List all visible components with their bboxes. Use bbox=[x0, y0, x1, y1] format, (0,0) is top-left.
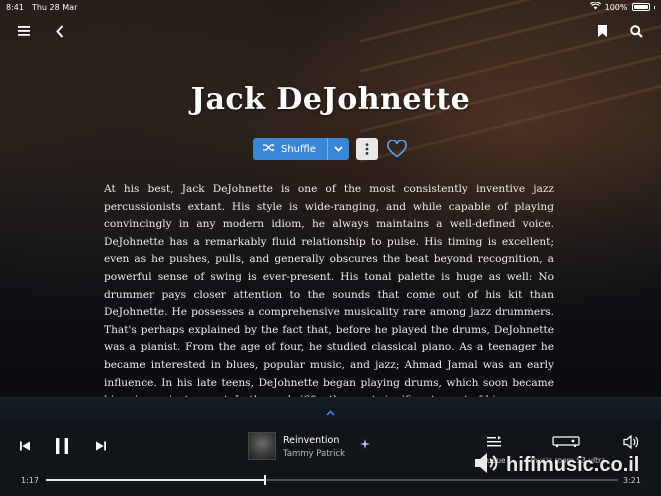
more-options-button[interactable] bbox=[356, 138, 378, 160]
shuffle-main[interactable]: Shuffle bbox=[253, 138, 327, 160]
progress-handle[interactable] bbox=[264, 475, 267, 485]
shuffle-options-chevron-down-icon[interactable] bbox=[328, 138, 349, 160]
previous-track-icon[interactable] bbox=[17, 438, 33, 454]
now-playing-bar: Reinvention Tammy Patrick Queue music ro… bbox=[0, 397, 661, 496]
back-chevron-icon[interactable] bbox=[49, 20, 71, 42]
queue-icon[interactable] bbox=[486, 434, 504, 450]
battery-percent: 100% bbox=[604, 2, 628, 12]
status-bar: 8:41 Thu 28 Mar 100% bbox=[0, 0, 661, 14]
next-track-icon[interactable] bbox=[93, 438, 109, 454]
status-time: 8:41 bbox=[6, 2, 24, 12]
shuffle-icon bbox=[263, 143, 275, 155]
album-art-thumbnail[interactable] bbox=[248, 432, 276, 460]
watermark: hifimusic.co.il bbox=[474, 451, 661, 479]
volume-icon[interactable] bbox=[621, 434, 641, 450]
artist-name: Jack DeJohnette bbox=[190, 82, 471, 117]
bookmark-icon[interactable] bbox=[591, 20, 613, 42]
speaker-logo-icon bbox=[474, 451, 500, 479]
favorite-heart-icon[interactable] bbox=[385, 138, 409, 160]
track-title[interactable]: Reinvention bbox=[283, 435, 339, 446]
pause-icon[interactable] bbox=[52, 436, 72, 456]
wifi-icon bbox=[589, 1, 601, 12]
sparkle-icon[interactable] bbox=[358, 437, 372, 451]
artist-biography: At his best, Jack DeJohnette is one of t… bbox=[104, 183, 554, 397]
shuffle-label: Shuffle bbox=[281, 143, 316, 155]
device-icon[interactable] bbox=[551, 434, 581, 450]
progress-bar[interactable] bbox=[46, 475, 618, 485]
track-artist[interactable]: Tammy Patrick bbox=[283, 449, 345, 459]
search-icon[interactable] bbox=[625, 20, 647, 42]
chevron-up-icon bbox=[326, 401, 335, 420]
menu-icon[interactable] bbox=[13, 20, 35, 42]
artist-actions: Shuffle bbox=[0, 138, 661, 162]
progress-fill bbox=[46, 479, 266, 481]
expand-player-button[interactable] bbox=[0, 397, 661, 424]
top-navigation bbox=[0, 20, 661, 42]
elapsed-time: 1:17 bbox=[21, 476, 39, 485]
status-date: Thu 28 Mar bbox=[31, 2, 78, 12]
watermark-text: hifimusic.co.il bbox=[506, 453, 640, 476]
shuffle-button[interactable]: Shuffle bbox=[253, 138, 349, 160]
vertical-dots-icon bbox=[365, 140, 369, 159]
battery-icon bbox=[631, 3, 650, 11]
